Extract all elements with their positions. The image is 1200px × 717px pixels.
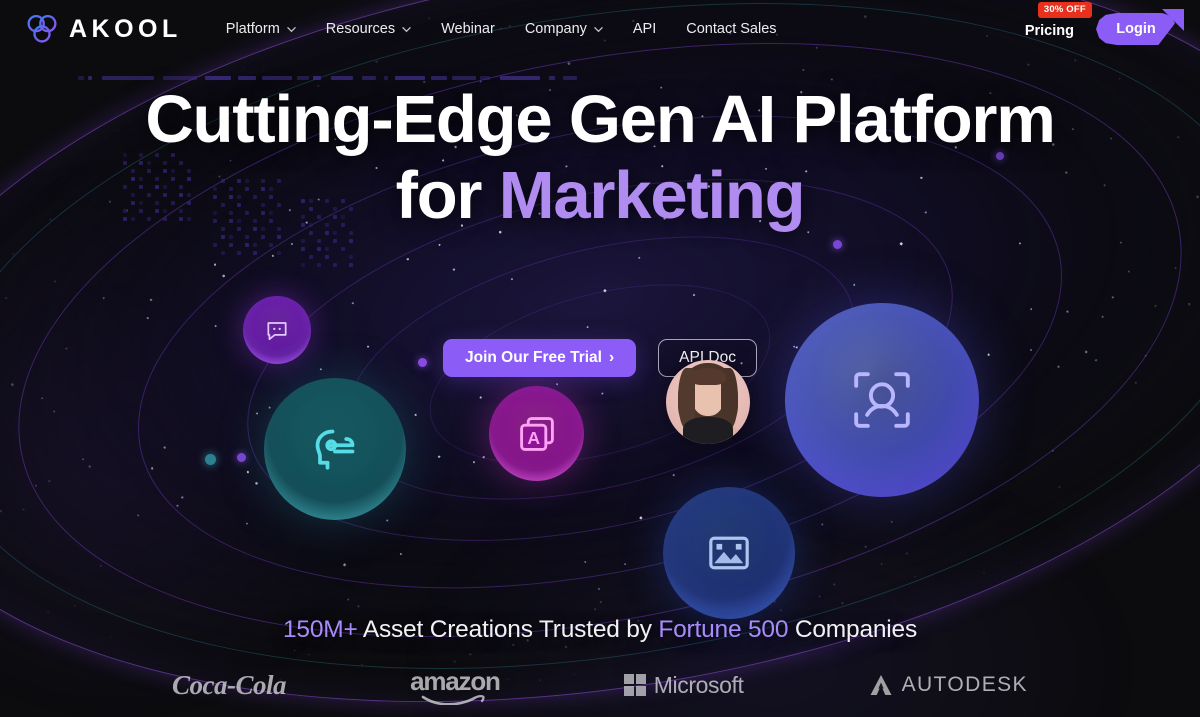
logo-autodesk-wordmark: AUTODESK [901, 673, 1028, 696]
customer-logo-row: Coca-Cola amazon Microsoft AUTODESK [0, 658, 1200, 712]
nav-links: Platform Resources Webinar Company API C… [226, 21, 777, 37]
trust-highlight: Fortune 500 [658, 616, 789, 643]
logo-microsoft: Microsoft [623, 671, 744, 699]
nav-item-platform[interactable]: Platform [226, 21, 296, 37]
nav-item-platform-label: Platform [225, 21, 280, 37]
orbit-dot-purple-right [833, 240, 842, 249]
nav-item-contact-sales-label: Contact Sales [686, 21, 777, 37]
logo-microsoft-wordmark: Microsoft [653, 671, 744, 698]
nav-item-webinar-label: Webinar [441, 21, 495, 37]
logo-autodesk: AUTODESK [868, 673, 1028, 697]
brand-wordmark: AKOOL [69, 14, 182, 43]
nav-item-resources[interactable]: Resources [326, 21, 411, 37]
discount-badge: 30% OFF [1037, 2, 1092, 18]
trust-text-end: Companies [788, 616, 918, 643]
nav-item-api[interactable]: API [633, 21, 656, 37]
chevron-down-icon [287, 26, 296, 32]
join-free-trial-label: Join Our Free Trial [465, 349, 602, 366]
chevron-down-icon [402, 26, 411, 32]
nav-item-webinar[interactable]: Webinar [441, 21, 495, 37]
api-doc-button[interactable]: API Doc [658, 339, 757, 377]
chevron-down-icon [594, 26, 603, 32]
nav-item-contact-sales[interactable]: Contact Sales [686, 21, 776, 37]
amazon-smile-icon [421, 694, 485, 705]
nav-right-group: 30% OFF Pricing Login [1024, 2, 1184, 45]
nav-item-company-label: Company [524, 21, 587, 37]
logo-amazon-wordmark: amazon [410, 665, 501, 696]
nav-item-resources-label: Resources [325, 21, 396, 37]
join-free-trial-button[interactable]: Join Our Free Trial › [443, 339, 637, 377]
orbit-dot-purple-left [237, 453, 246, 462]
logo-amazon: amazon [410, 665, 501, 705]
chevron-right-icon: › [608, 349, 615, 366]
autodesk-a-icon [870, 675, 892, 695]
orbit-dot-teal [205, 454, 216, 465]
trust-metric: 150M+ [282, 616, 358, 643]
microsoft-grid-icon [623, 674, 646, 696]
akool-trefoil-logo-icon [24, 12, 60, 46]
nav-item-api-label: API [632, 21, 657, 37]
pricing-link[interactable]: 30% OFF Pricing [1024, 2, 1092, 40]
orbit-dot-top-right [996, 152, 1004, 160]
trust-statement: 150M+ Asset Creations Trusted by Fortune… [0, 616, 1200, 644]
login-button[interactable]: Login [1096, 13, 1176, 45]
logo-coca-cola-wordmark: Coca-Cola [172, 669, 287, 700]
decorative-dash-row [78, 76, 577, 86]
cta-row: Join Our Free Trial › API Doc [0, 339, 1200, 377]
logo-coca-cola: Coca-Cola [172, 669, 287, 701]
brand-logo-link[interactable]: AKOOL [24, 12, 182, 46]
pricing-label: Pricing [1024, 23, 1074, 39]
nav-item-company[interactable]: Company [525, 21, 603, 37]
main-navigation: AKOOL Platform Resources Webinar Company… [0, 0, 1200, 58]
trust-text-mid: Asset Creations Trusted by [357, 616, 659, 643]
decorative-pixel-grid [105, 115, 405, 267]
